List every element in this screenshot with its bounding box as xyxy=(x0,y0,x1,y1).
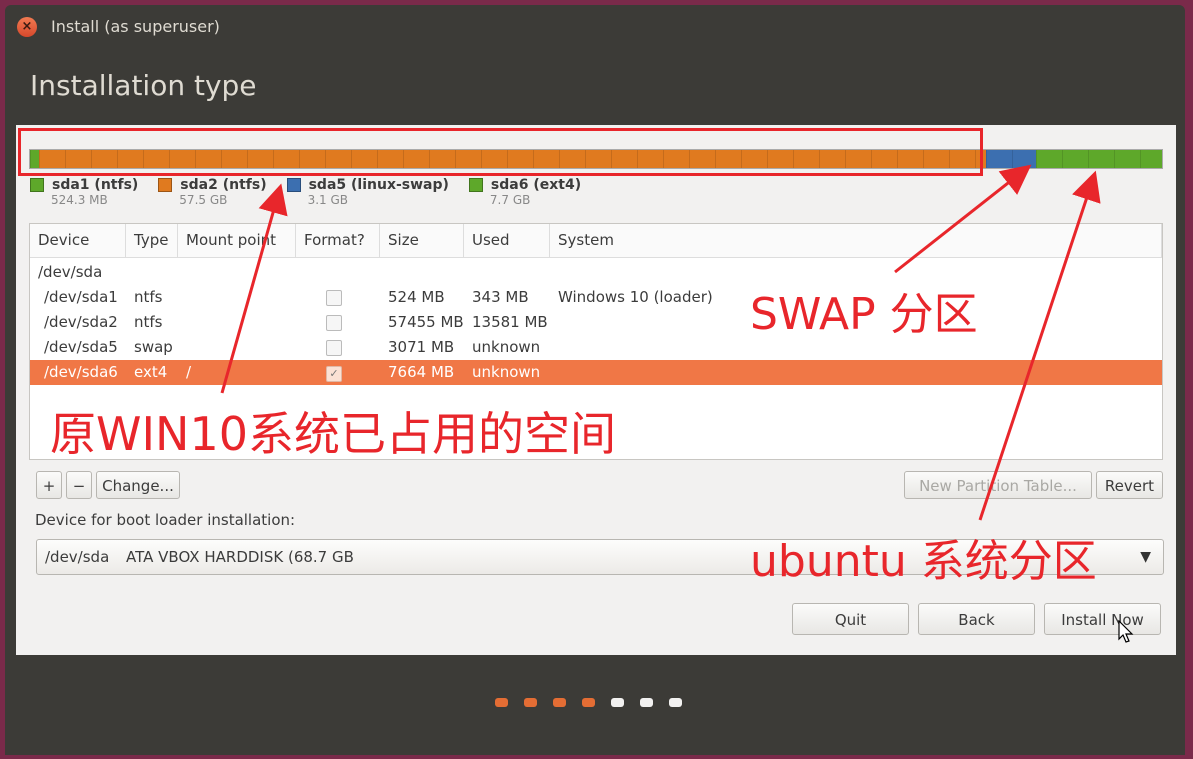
ubuntu-annotation: ubuntu 系统分区 xyxy=(750,536,1097,587)
swap-annotation: SWAP 分区 xyxy=(750,289,978,340)
win10-annotation: 原WIN10系统已占用的空间 xyxy=(50,407,616,461)
annotation-arrows xyxy=(220,164,1101,521)
swap-arrow xyxy=(894,164,1032,274)
ubuntu-arrow xyxy=(978,170,1101,521)
win10-arrow xyxy=(220,183,288,394)
